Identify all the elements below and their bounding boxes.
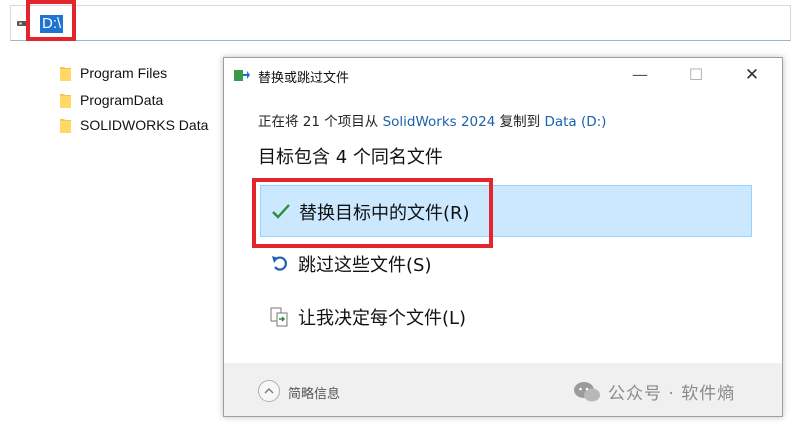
source-folder-link[interactable]: SolidWorks 2024 — [383, 114, 496, 130]
folder-label: SOLIDWORKS Data — [80, 117, 209, 133]
conflict-heading: 目标包含 4 个同名文件 — [258, 147, 443, 168]
undo-arrow-icon — [272, 256, 287, 271]
copy-status-text: 正在将 21 个项目从 SolidWorks 2024 复制到 Data (D:… — [258, 110, 606, 130]
folder-label: Program Files — [80, 65, 168, 81]
copy-status-prefix: 正在将 21 个项目从 — [258, 114, 383, 130]
folder-item[interactable]: Program Files — [60, 61, 167, 85]
folder-item[interactable]: ProgramData — [60, 88, 163, 112]
watermark-text: 公众号 · 软件熵 — [608, 384, 736, 404]
dialog-footer: 简略信息 公众号 · 软件熵 — [224, 363, 782, 416]
chevron-up-icon — [264, 388, 274, 394]
collapse-details-button[interactable] — [258, 380, 280, 402]
copy-status-middle: 复制到 — [495, 114, 545, 130]
folder-icon — [60, 94, 71, 108]
folder-label: ProgramData — [80, 92, 164, 108]
fewer-details-label[interactable]: 简略信息 — [288, 383, 340, 402]
folder-item[interactable]: SOLIDWORKS Data — [60, 113, 208, 137]
wechat-logo-icon — [574, 382, 600, 402]
address-bar[interactable]: D:\ — [10, 5, 791, 41]
decide-each-file-label: 让我决定每个文件(L) — [298, 308, 467, 329]
highlight-box-address — [26, 0, 76, 41]
destination-folder-link[interactable]: Data (D:) — [544, 114, 606, 130]
folder-icon — [60, 119, 71, 133]
dialog-title: 替换或跳过文件 — [258, 71, 350, 86]
compare-files-icon — [270, 307, 288, 327]
replace-or-skip-dialog: 替换或跳过文件 — ☐ ✕ 正在将 21 个项目从 SolidWorks 202… — [223, 57, 783, 417]
decide-each-file-option[interactable]: 让我决定每个文件(L) — [260, 291, 752, 343]
copy-files-icon — [234, 70, 250, 81]
skip-files-label: 跳过这些文件(S) — [298, 255, 432, 276]
highlight-box-replace — [252, 178, 493, 248]
minimize-button[interactable]: — — [620, 62, 660, 88]
maximize-button[interactable]: ☐ — [676, 62, 716, 88]
folder-icon — [60, 67, 71, 81]
close-button[interactable]: ✕ — [732, 62, 772, 88]
